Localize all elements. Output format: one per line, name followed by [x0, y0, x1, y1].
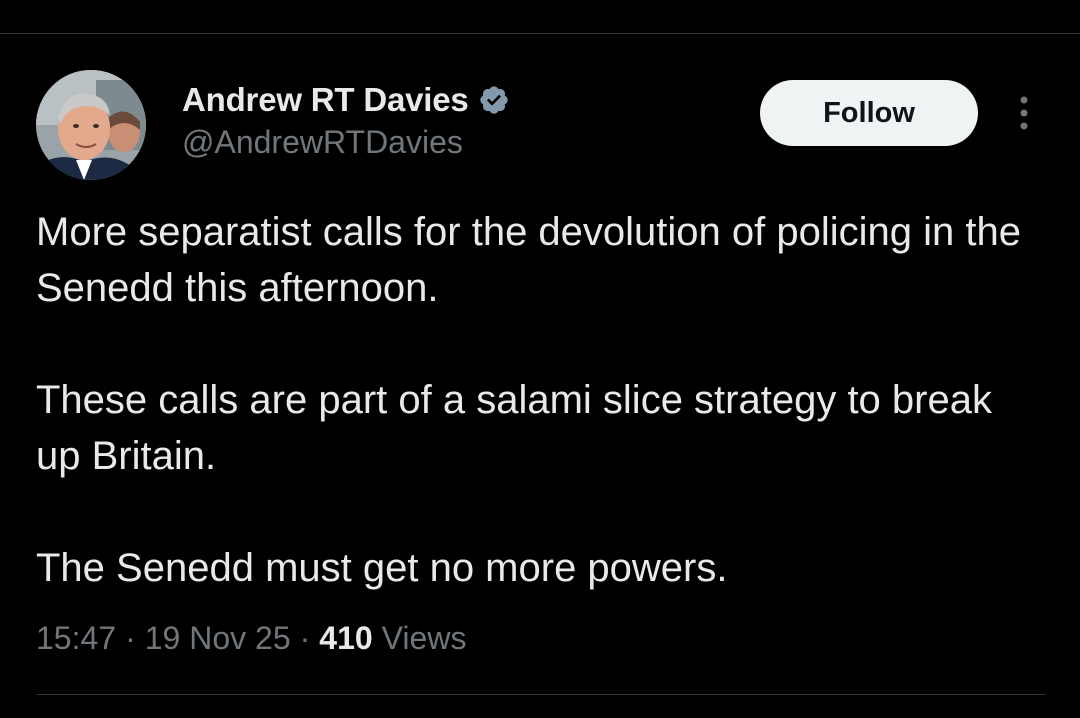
- display-name-row: Andrew RT Davies: [182, 80, 510, 120]
- more-vertical-icon: [1020, 96, 1028, 130]
- follow-button[interactable]: Follow: [760, 80, 978, 146]
- tweet-header: Andrew RT Davies @AndrewRTDavies Follow: [0, 0, 1080, 200]
- display-name[interactable]: Andrew RT Davies: [182, 81, 469, 119]
- verified-badge-icon: [478, 84, 510, 116]
- more-options-button[interactable]: [1006, 90, 1042, 136]
- bottom-divider: [36, 694, 1046, 695]
- avatar-image: [36, 70, 146, 180]
- tweet-paragraph: These calls are part of a salami slice s…: [36, 378, 992, 478]
- tweet-page: Andrew RT Davies @AndrewRTDavies Follow …: [0, 0, 1080, 718]
- tweet-date[interactable]: 19 Nov 25: [145, 620, 291, 657]
- meta-separator: ·: [299, 619, 311, 656]
- tweet-paragraph: More separatist calls for the devolution…: [36, 210, 1021, 310]
- avatar[interactable]: [36, 70, 146, 180]
- tweet-time[interactable]: 15:47: [36, 620, 116, 657]
- tweet-paragraph: The Senedd must get no more powers.: [36, 546, 728, 590]
- user-block: Andrew RT Davies @AndrewRTDavies: [182, 80, 510, 161]
- tweet-text: More separatist calls for the devolution…: [36, 204, 1046, 596]
- views-count: 410: [319, 619, 373, 656]
- meta-separator: ·: [125, 619, 136, 656]
- tweet-meta: 15:47 · 19 Nov 25 · 410 Views: [36, 616, 466, 660]
- user-handle[interactable]: @AndrewRTDavies: [182, 124, 510, 161]
- views-label: Views: [381, 619, 467, 656]
